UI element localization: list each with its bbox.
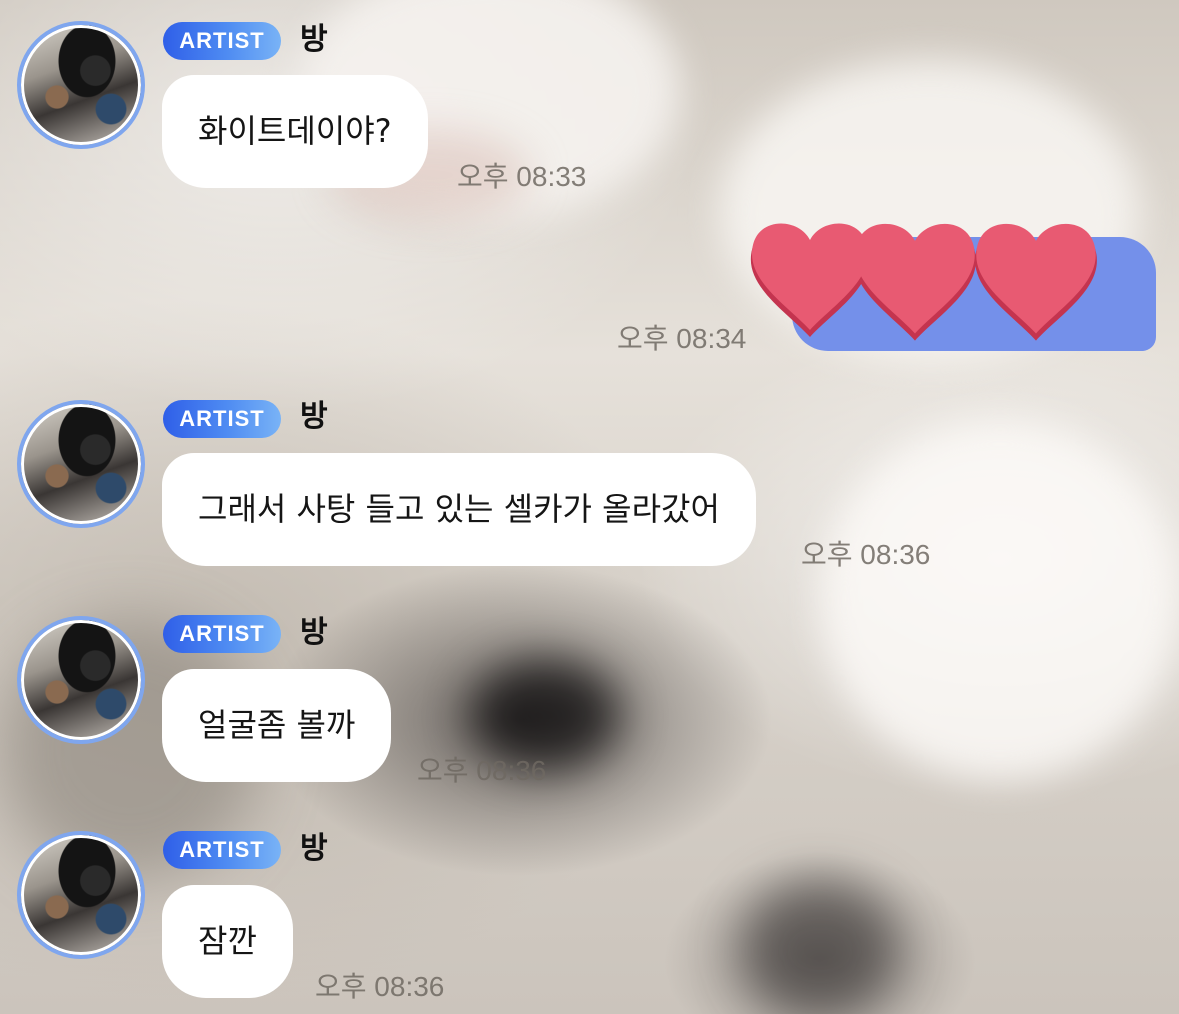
- heart-sticker-icon: [750, 223, 1097, 341]
- message-bubble[interactable]: 얼굴좀 볼까: [162, 669, 392, 782]
- artist-avatar[interactable]: [17, 616, 145, 744]
- message-timestamp: 오후 08:36: [417, 755, 547, 786]
- message-timestamp: 오후 08:33: [457, 161, 587, 192]
- sender-name: 방: [300, 399, 328, 434]
- sender-name: 방: [300, 831, 328, 866]
- my-message-timestamp: 오후 08:34: [617, 323, 747, 354]
- artist-avatar[interactable]: [17, 831, 145, 959]
- artist-avatar[interactable]: [17, 400, 145, 528]
- sender-name: 방: [300, 22, 328, 57]
- artist-avatar[interactable]: [17, 21, 145, 149]
- artist-badge: ARTIST: [163, 831, 281, 869]
- message-bubble[interactable]: 화이트데이야?: [162, 75, 428, 188]
- message-bubble[interactable]: 잠깐: [162, 885, 293, 998]
- message-timestamp: 오후 08:36: [315, 971, 445, 1002]
- artist-badge: ARTIST: [163, 400, 281, 438]
- artist-badge: ARTIST: [163, 22, 281, 60]
- artist-badge: ARTIST: [163, 615, 281, 653]
- message-bubble[interactable]: 그래서 사탕 들고 있는 셀카가 올라갔어: [162, 453, 756, 566]
- message-timestamp: 오후 08:36: [801, 539, 931, 570]
- sender-name: 방: [300, 615, 328, 650]
